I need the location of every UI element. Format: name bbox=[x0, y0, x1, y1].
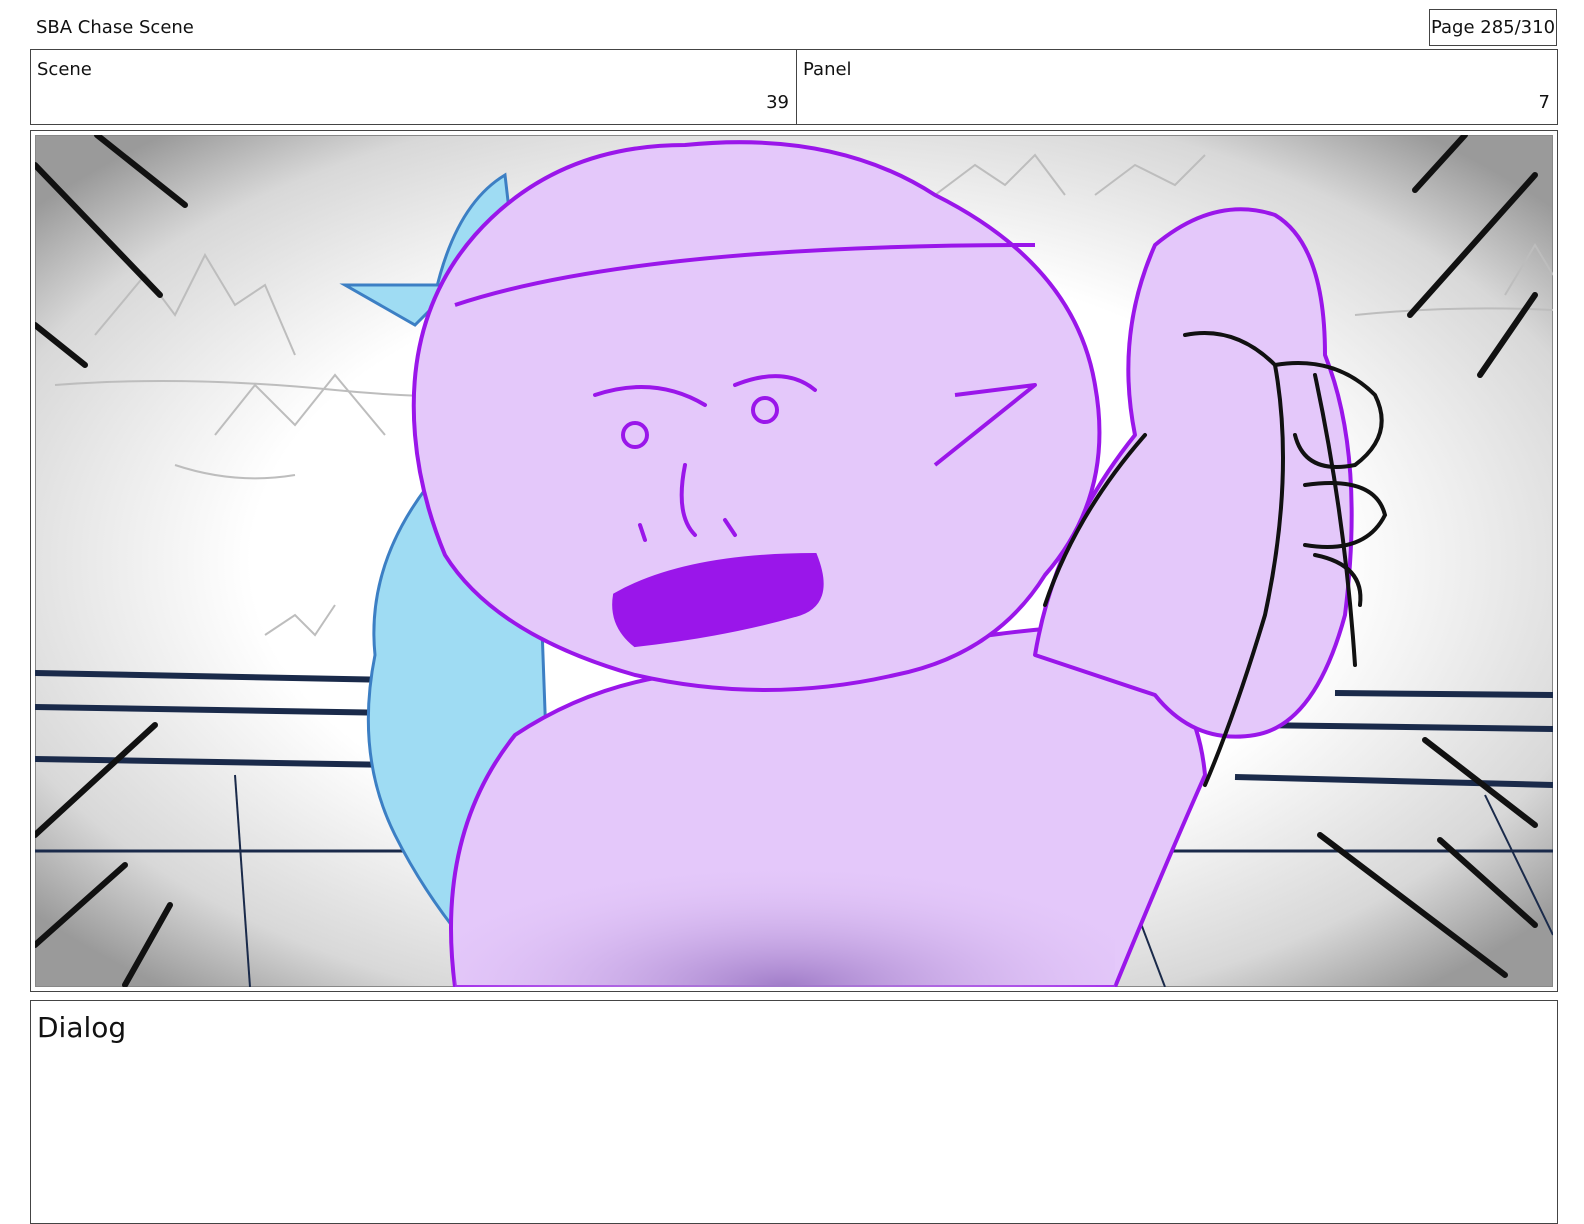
scene-panel-row: Scene 39 Panel 7 bbox=[30, 49, 1558, 125]
panel-cell: Panel 7 bbox=[797, 50, 1557, 124]
dialog-label: Dialog bbox=[37, 1011, 127, 1044]
scene-number: 39 bbox=[766, 92, 789, 113]
scene-label: Scene bbox=[37, 59, 92, 80]
document-title: SBA Chase Scene bbox=[36, 17, 194, 38]
dialog-box: Dialog bbox=[30, 1000, 1558, 1224]
panel-label: Panel bbox=[803, 59, 852, 80]
panel-number: 7 bbox=[1538, 92, 1550, 113]
storyboard-frame bbox=[30, 130, 1558, 992]
scene-cell: Scene 39 bbox=[31, 50, 797, 124]
panel-artwork bbox=[35, 135, 1553, 987]
page-number-box: Page 285/310 bbox=[1429, 9, 1557, 46]
chest-shading bbox=[455, 775, 1115, 987]
page-number: Page 285/310 bbox=[1430, 17, 1556, 38]
